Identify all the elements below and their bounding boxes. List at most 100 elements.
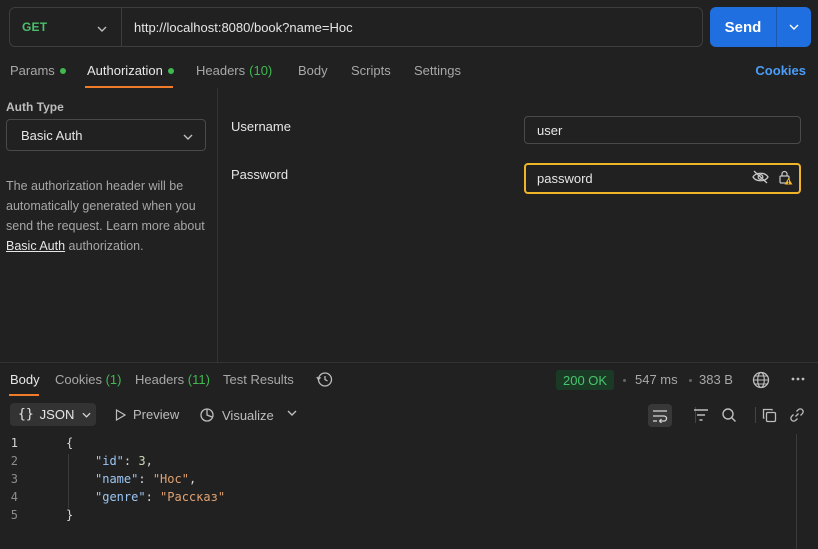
visualize-icon: [200, 408, 214, 422]
history-icon[interactable]: [316, 371, 333, 391]
tab-response-body[interactable]: Body: [10, 372, 40, 387]
search-icon[interactable]: [718, 404, 740, 426]
tab-headers[interactable]: Headers (10): [196, 63, 272, 78]
json-value: "Рассказ": [160, 490, 226, 504]
code-line: 2 "id": 3,: [0, 454, 790, 472]
tab-body[interactable]: Body: [298, 63, 328, 78]
send-button-group: Send: [710, 7, 811, 47]
auth-description: The authorization header will be automat…: [6, 176, 211, 256]
braces-icon: {}: [18, 407, 34, 422]
chevron-down-icon: [82, 412, 91, 418]
method-select[interactable]: GET: [10, 8, 122, 46]
tab-test-results[interactable]: Test Results: [223, 372, 294, 387]
tab-label: Scripts: [351, 63, 391, 78]
chevron-down-icon: [789, 24, 799, 30]
open-brace: {: [66, 436, 74, 450]
tab-scripts[interactable]: Scripts: [351, 63, 391, 78]
response-size[interactable]: 383 B: [699, 372, 733, 387]
eye-off-icon[interactable]: [752, 170, 769, 187]
separator-dot: [689, 379, 692, 382]
code-line: 1 {: [0, 436, 790, 454]
tab-label: Params: [10, 63, 55, 78]
send-button[interactable]: Send: [710, 7, 777, 47]
active-tab-indicator: [9, 394, 39, 396]
active-dot-icon: [59, 67, 66, 74]
format-select[interactable]: {} JSON: [10, 403, 96, 426]
active-dot-icon: [167, 67, 174, 74]
url-input[interactable]: http://localhost:8080/book?name=Нос: [122, 20, 353, 35]
wrap-lines-icon[interactable]: [648, 404, 672, 427]
tab-response-cookies[interactable]: Cookies (1): [55, 372, 121, 387]
line-number: 1: [10, 436, 18, 450]
visualize-dropdown[interactable]: [287, 410, 297, 416]
tab-label: Authorization: [87, 63, 163, 78]
password-label: Password: [231, 167, 289, 182]
status-badge[interactable]: 200 OK: [556, 370, 615, 390]
username-label: Username: [231, 119, 291, 134]
basic-auth-link[interactable]: Basic Auth: [6, 239, 65, 253]
auth-type-label: Auth Type: [6, 100, 64, 114]
auth-desc-text: The authorization header will be automat…: [6, 179, 205, 233]
line-number: 3: [10, 472, 18, 486]
chevron-down-icon: [183, 128, 193, 143]
tab-params[interactable]: Params: [10, 63, 66, 78]
close-brace: }: [66, 508, 74, 522]
code-line: 5 }: [0, 508, 790, 526]
visualize-button[interactable]: Visualize: [199, 407, 274, 423]
tab-label: Cookies: [55, 372, 102, 387]
tab-count: (10): [249, 63, 273, 78]
response-time[interactable]: 547 ms: [635, 372, 678, 387]
tab-settings[interactable]: Settings: [414, 63, 461, 78]
tab-label: Headers: [135, 372, 185, 387]
password-field[interactable]: password: [524, 163, 801, 194]
send-options-button[interactable]: [777, 7, 811, 47]
chevron-down-icon: [287, 410, 297, 416]
copy-icon[interactable]: [758, 404, 780, 426]
play-icon: [115, 408, 126, 421]
password-value: password: [537, 171, 593, 186]
auth-type-select[interactable]: Basic Auth: [6, 119, 206, 151]
response-toolbar: {} JSON Preview Visualize: [0, 398, 818, 432]
line-number: 4: [10, 490, 18, 504]
json-sep: ,: [188, 472, 197, 486]
editor-scrollbar[interactable]: [796, 434, 797, 549]
tab-label: Settings: [414, 63, 461, 78]
auth-type-value: Basic Auth: [21, 127, 83, 143]
line-number: 2: [10, 454, 18, 468]
chevron-down-icon: [97, 20, 107, 35]
visualize-label: Visualize: [222, 407, 274, 423]
tab-count: (11): [187, 372, 210, 387]
globe-icon[interactable]: [752, 371, 770, 392]
json-sep: ,: [145, 454, 153, 468]
lock-warning-icon[interactable]: [779, 170, 793, 188]
preview-label: Preview: [133, 407, 180, 422]
json-value: "Нос": [152, 472, 189, 486]
json-key: "id": [95, 454, 124, 468]
filter-icon[interactable]: [690, 404, 712, 426]
format-label: JSON: [39, 407, 75, 422]
code-line: 4 "genre": "Рассказ": [0, 490, 790, 508]
request-tabs: Params Authorization Headers (10) Body Sc…: [0, 56, 818, 88]
json-key: "name": [95, 472, 139, 486]
line-number: 5: [10, 508, 18, 522]
tab-label: Headers: [196, 63, 246, 78]
tab-label: Body: [298, 63, 328, 78]
code-line: 3 "name": "Нос",: [0, 472, 790, 490]
more-options-icon[interactable]: [790, 371, 806, 390]
link-icon[interactable]: [786, 404, 808, 426]
json-key: "genre": [95, 490, 146, 504]
username-value: user: [537, 122, 563, 138]
tab-authorization[interactable]: Authorization: [87, 63, 174, 78]
preview-button[interactable]: Preview: [115, 407, 179, 422]
cookies-link[interactable]: Cookies: [755, 63, 806, 78]
separator-dot: [623, 379, 626, 382]
username-field[interactable]: user: [524, 116, 801, 144]
response-tabs: Body Cookies (1) Headers (11) Test Resul…: [0, 362, 818, 396]
auth-desc-tail: authorization.: [65, 239, 144, 253]
tab-response-headers[interactable]: Headers (11): [135, 372, 210, 387]
tab-count: (1): [105, 372, 122, 387]
url-bar: GET http://localhost:8080/book?name=Нос: [9, 7, 703, 47]
json-value: 3: [138, 454, 146, 468]
auth-type-panel: Auth Type Basic Auth The authorization h…: [0, 88, 218, 362]
method-label: GET: [22, 20, 48, 34]
